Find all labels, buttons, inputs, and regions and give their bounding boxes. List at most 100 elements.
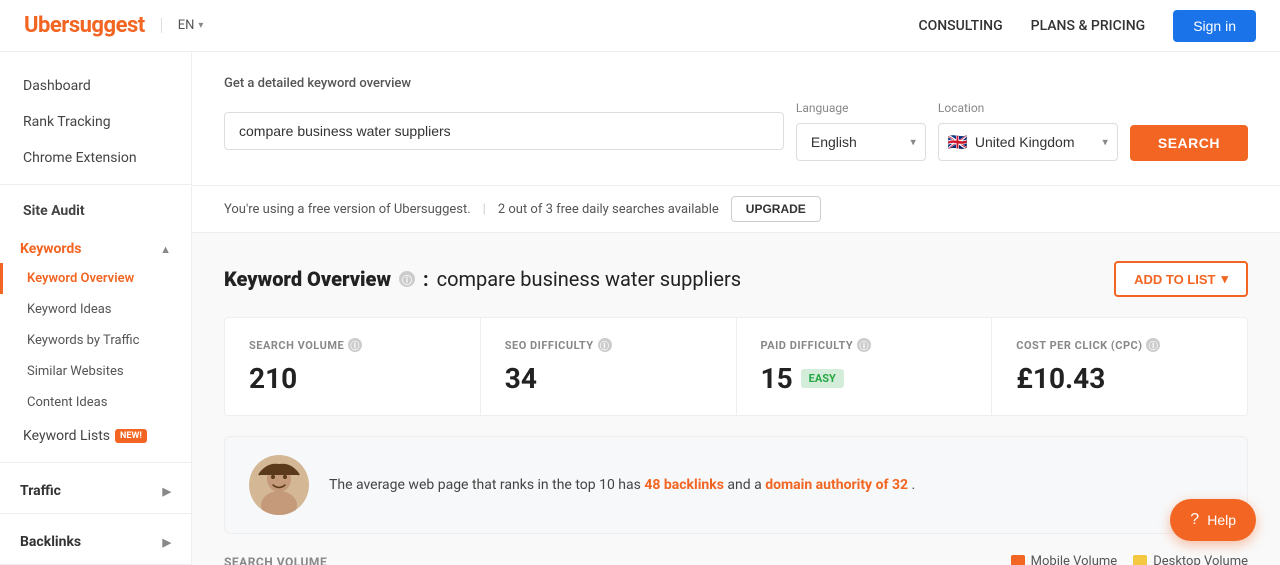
sign-in-button[interactable]: Sign in: [1173, 10, 1256, 42]
top-nav: Ubersuggest EN ▾ CONSULTING PLANS & PRIC…: [0, 0, 1280, 52]
keyword-input-wrap: [224, 112, 784, 150]
keyword-overview-title: Keyword Overview ⓘ : compare business wa…: [224, 267, 741, 291]
backlinks-section-label: Backlinks: [20, 534, 81, 550]
traffic-section-label: Traffic: [20, 483, 61, 499]
location-select[interactable]: United Kingdom: [938, 123, 1118, 161]
easy-badge: EASY: [801, 369, 844, 388]
language-label: Language: [796, 101, 926, 115]
info-banner: The average web page that ranks in the t…: [224, 436, 1248, 534]
site-audit-label: Site Audit: [23, 203, 85, 219]
search-volume-section-title: SEARCH VOLUME: [224, 555, 327, 565]
mobile-volume-dot: [1011, 555, 1025, 565]
lang-label: EN: [178, 18, 195, 33]
rank-tracking-label: Rank Tracking: [23, 114, 111, 130]
info-prefix: The average web page that ranks in the t…: [329, 477, 641, 493]
desktop-volume-legend-item: Desktop Volume: [1133, 554, 1248, 565]
metric-search-volume: SEARCH VOLUME ⓘ 210: [225, 318, 480, 415]
mobile-volume-legend-item: Mobile Volume: [1011, 554, 1118, 565]
app-layout: Dashboard Rank Tracking Chrome Extension…: [0, 52, 1280, 565]
search-area: Get a detailed keyword overview Language…: [192, 52, 1280, 186]
pipe-divider: |: [483, 202, 486, 217]
paid-difficulty-label: PAID DIFFICULTY ⓘ: [761, 338, 968, 352]
sidebar-divider: [0, 184, 191, 185]
help-icon: ?: [1190, 511, 1199, 529]
sidebar-sub-content-ideas[interactable]: Content Ideas: [0, 387, 191, 418]
metrics-row: SEARCH VOLUME ⓘ 210 SEO DIFFICULTY ⓘ 34 …: [224, 317, 1248, 416]
cpc-info-icon[interactable]: ⓘ: [1146, 338, 1160, 352]
sidebar-item-dashboard[interactable]: Dashboard: [0, 68, 191, 104]
chrome-extension-label: Chrome Extension: [23, 150, 137, 166]
info-middle: and a: [727, 477, 765, 493]
search-row: Language English ▾ Location 🇬🇧 United Ki…: [224, 101, 1248, 161]
search-volume-value: 210: [249, 362, 456, 395]
metric-seo-difficulty: SEO DIFFICULTY ⓘ 34: [481, 318, 736, 415]
keyword-overview-header: Keyword Overview ⓘ : compare business wa…: [224, 261, 1248, 297]
cpc-value: £10.43: [1016, 362, 1223, 395]
language-select-wrap: English ▾: [796, 123, 926, 161]
sidebar-traffic-section[interactable]: Traffic ▶: [0, 471, 191, 505]
pd-info-icon[interactable]: ⓘ: [857, 338, 871, 352]
sidebar-item-chrome-extension[interactable]: Chrome Extension: [0, 140, 191, 176]
avatar: [249, 455, 309, 515]
keywords-by-traffic-label: Keywords by Traffic: [27, 333, 139, 348]
sidebar-divider3: [0, 513, 191, 514]
sv-info-icon[interactable]: ⓘ: [348, 338, 362, 352]
plans-link[interactable]: PLANS & PRICING: [1031, 18, 1146, 34]
sidebar-sub-similar-websites[interactable]: Similar Websites: [0, 356, 191, 387]
language-wrap: Language English ▾: [796, 101, 926, 161]
sidebar-sub-keyword-overview[interactable]: Keyword Overview: [0, 263, 191, 294]
keyword-overview-label: Keyword Overview: [27, 271, 134, 286]
sidebar-sub-keyword-ideas[interactable]: Keyword Ideas: [0, 294, 191, 325]
similar-websites-label: Similar Websites: [27, 364, 124, 379]
mobile-volume-label: Mobile Volume: [1031, 554, 1118, 565]
info-banner-text: The average web page that ranks in the t…: [329, 475, 915, 496]
keyword-name: compare business water suppliers: [437, 267, 741, 291]
main-content: Get a detailed keyword overview Language…: [192, 52, 1280, 565]
search-label: Get a detailed keyword overview: [224, 76, 1248, 91]
sidebar-divider2: [0, 462, 191, 463]
seo-difficulty-value: 34: [505, 362, 712, 395]
kw-colon: :: [423, 267, 429, 291]
backlinks-highlight: 48 backlinks: [644, 477, 727, 493]
dashboard-label: Dashboard: [23, 78, 91, 94]
sidebar-item-rank-tracking[interactable]: Rank Tracking: [0, 104, 191, 140]
searches-text: 2 out of 3 free daily searches available: [498, 202, 719, 217]
location-label: Location: [938, 101, 1118, 115]
upgrade-button[interactable]: UPGRADE: [731, 196, 821, 222]
cpc-label: COST PER CLICK (CPC) ⓘ: [1016, 338, 1223, 352]
search-volume-section-header: SEARCH VOLUME Mobile Volume Desktop Volu…: [224, 554, 1248, 565]
keyword-input[interactable]: [224, 112, 784, 150]
search-button[interactable]: SEARCH: [1130, 125, 1248, 161]
metric-cpc: COST PER CLICK (CPC) ⓘ £10.43: [992, 318, 1247, 415]
sd-info-icon[interactable]: ⓘ: [598, 338, 612, 352]
add-to-list-label: ADD TO LIST: [1134, 272, 1215, 287]
content-ideas-label: Content Ideas: [27, 395, 107, 410]
avatar-svg: [249, 455, 309, 515]
lang-switcher[interactable]: EN ▾: [161, 18, 204, 33]
logo[interactable]: Ubersuggest: [24, 13, 145, 38]
chevron-up-icon: ▲: [160, 243, 171, 256]
sidebar-backlinks-section[interactable]: Backlinks ▶: [0, 522, 191, 556]
add-to-list-chevron-icon: ▾: [1221, 271, 1228, 287]
nav-right: CONSULTING PLANS & PRICING Sign in: [918, 10, 1256, 42]
sidebar-sub-keywords-by-traffic[interactable]: Keywords by Traffic: [0, 325, 191, 356]
kw-info-icon[interactable]: ⓘ: [399, 271, 415, 287]
sidebar-keywords-section[interactable]: Keywords ▲: [0, 229, 191, 263]
consulting-link[interactable]: CONSULTING: [918, 18, 1002, 34]
content-area: Keyword Overview ⓘ : compare business wa…: [192, 233, 1280, 565]
language-select[interactable]: English: [796, 123, 926, 161]
desktop-volume-label: Desktop Volume: [1153, 554, 1248, 565]
sidebar-item-keyword-lists[interactable]: Keyword Lists NEW!: [0, 418, 191, 454]
free-text: You're using a free version of Ubersugge…: [224, 202, 471, 217]
info-suffix: .: [912, 477, 916, 493]
help-button[interactable]: ? Help: [1170, 499, 1256, 541]
keyword-lists-label: Keyword Lists: [23, 428, 110, 444]
help-label: Help: [1207, 512, 1236, 528]
search-volume-legend: Mobile Volume Desktop Volume: [1011, 554, 1248, 565]
nav-left: Ubersuggest EN ▾: [24, 13, 203, 38]
sidebar-item-site-audit[interactable]: Site Audit: [0, 193, 191, 229]
chevron-down-icon: ▾: [198, 20, 203, 31]
keywords-section-label: Keywords: [20, 241, 82, 257]
traffic-chevron-icon: ▶: [163, 485, 171, 498]
add-to-list-button[interactable]: ADD TO LIST ▾: [1114, 261, 1248, 297]
